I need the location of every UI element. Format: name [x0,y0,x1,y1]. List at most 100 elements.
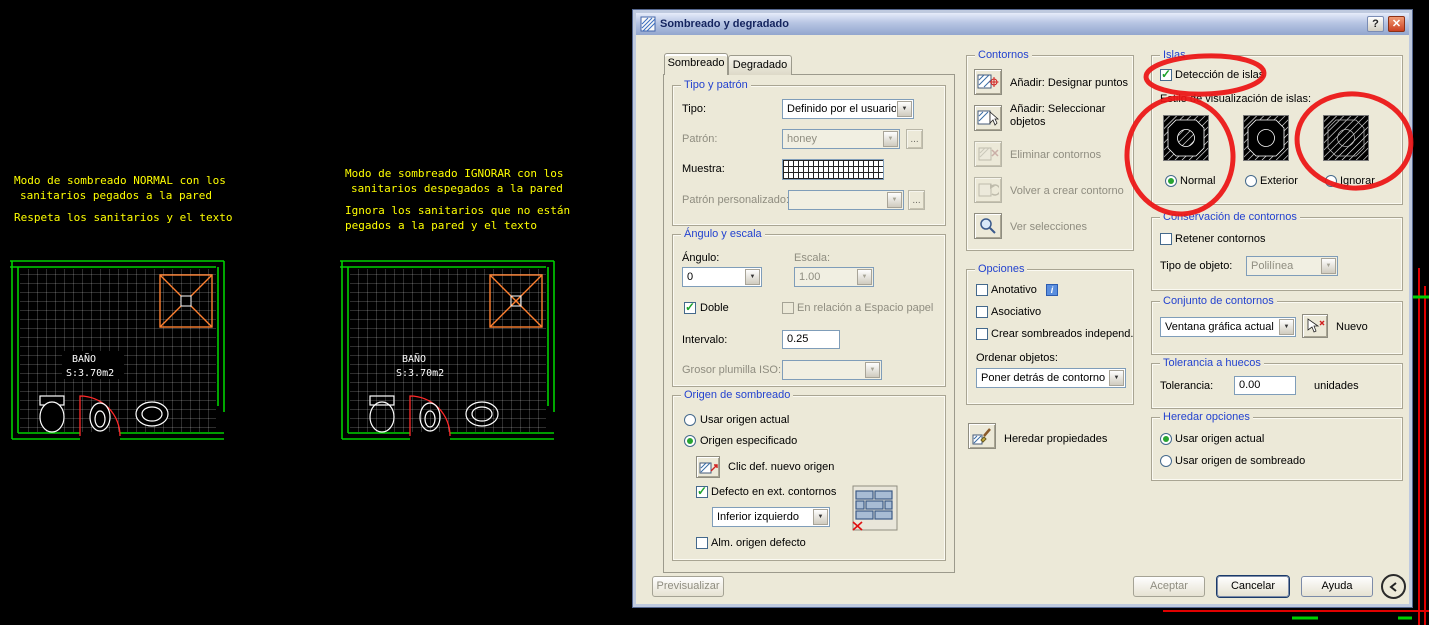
custom-pattern-browse-button: ... [908,190,925,210]
inherit-use-current-radio[interactable] [1160,433,1172,445]
new-boundary-set-button[interactable] [1302,314,1328,338]
origin-pick-label: Clic def. nuevo origen [728,461,835,473]
chevron-down-icon[interactable] [813,509,828,525]
paper-space-checkbox [782,302,794,314]
angle-select[interactable]: 0 [682,267,762,287]
group-title: Heredar opciones [1160,411,1253,423]
island-detection-checkbox[interactable] [1160,67,1172,81]
help-button[interactable]: Ayuda [1301,576,1373,597]
help-icon[interactable]: ? [1367,16,1384,32]
add-select-objects-label-2: objetos [1010,116,1046,128]
group-title: Conjunto de contornos [1160,295,1277,307]
object-type-value: Polilínea [1251,260,1294,272]
island-ignore-label: Ignorar [1340,175,1375,187]
group-title: Tolerancia a huecos [1160,357,1264,369]
associative-checkbox[interactable] [976,306,988,318]
add-select-objects-label-1: Añadir: Seleccionar [1010,103,1106,115]
cancel-button[interactable]: Cancelar [1217,576,1289,597]
island-ignore-tile[interactable] [1323,115,1369,161]
island-ignore-radio[interactable] [1325,175,1337,187]
recreate-boundary-icon [978,183,999,197]
bathroom-plan-ignore: BAÑO S:3.70m2 [340,260,555,440]
store-origin-checkbox[interactable] [696,537,708,549]
ellipsis-icon: ... [912,194,921,206]
spacing-input[interactable]: 0.25 [782,330,840,349]
pattern-value: honey [787,133,817,145]
origin-position-select[interactable]: Inferior izquierdo [712,507,830,527]
tolerance-input[interactable]: 0.00 [1234,376,1296,395]
inherit-properties-icon [972,428,991,445]
origin-preview-icon [852,485,898,531]
tab-sombreado[interactable]: Sombreado [664,53,728,75]
chevron-down-icon[interactable] [1279,319,1294,335]
collapse-dialog-button[interactable] [1381,574,1406,599]
retain-boundaries-label: Retener contornos [1175,233,1266,245]
cad-note-normal: Modo de sombreado NORMAL con los sanitar… [14,173,233,225]
group-title: Conservación de contornos [1160,211,1300,223]
type-select[interactable]: Definido por el usuario [782,99,914,119]
close-icon[interactable]: ✕ [1388,16,1405,32]
inherit-properties-button[interactable] [968,423,996,449]
room-area-label: S:3.70m2 [396,368,444,379]
island-normal-radio[interactable] [1165,175,1177,187]
note-line: Modo de sombreado IGNORAR con los [345,167,564,180]
draw-order-label: Ordenar objetos: [976,352,1058,364]
note-line: pegados a la pared y el texto [345,219,538,232]
island-normal-tile[interactable] [1163,115,1209,161]
inherit-use-hatch-radio[interactable] [1160,455,1172,467]
sample-label: Muestra: [682,163,725,175]
iso-pen-label: Grosor plumilla ISO: [682,364,782,376]
room-label: BAÑO [72,352,96,365]
island-exterior-tile[interactable] [1243,115,1289,161]
group-title: Contornos [975,49,1032,61]
chevron-down-icon[interactable] [1109,370,1124,386]
tolerance-label: Tolerancia: [1160,380,1214,392]
cad-note-ignore: Modo de sombreado IGNORAR con los sanita… [345,166,570,233]
note-line: sanitarios pegados a la pared [20,189,213,202]
view-selections-button[interactable] [974,213,1002,239]
ok-button[interactable]: Aceptar [1133,576,1205,597]
island-exterior-radio[interactable] [1245,175,1257,187]
magnifier-icon [980,218,996,234]
chevron-down-icon[interactable] [897,101,912,117]
chevron-down-icon[interactable] [745,269,760,285]
dialog-titlebar[interactable]: Sombreado y degradado ? ✕ [636,13,1409,35]
origin-pick-button[interactable] [696,456,720,478]
annotative-checkbox[interactable] [976,284,988,296]
add-select-objects-button[interactable] [974,105,1002,131]
preview-button: Previsualizar [652,576,724,597]
custom-pattern-select [788,190,904,210]
bathroom-plan-normal: BAÑO S:3.70m2 [10,260,225,440]
ellipsis-icon: ... [910,133,919,145]
tab-degradado[interactable]: Degradado [728,55,792,75]
draw-order-select[interactable]: Poner detrás de contorno [976,368,1126,388]
inherit-use-current-label: Usar origen actual [1175,433,1265,445]
origin-specified-label: Origen especificado [700,435,798,447]
island-exterior-label: Exterior [1260,175,1298,187]
recreate-boundary-button [974,177,1002,203]
add-pick-points-button[interactable] [974,69,1002,95]
note-line: sanitarios despegados a la pared [351,182,563,195]
default-extent-checkbox[interactable] [696,484,708,498]
info-icon[interactable]: i [1046,284,1058,296]
angle-label: Ángulo: [682,252,720,264]
pick-points-icon [977,74,999,89]
tolerance-units-label: unidades [1314,380,1359,392]
annotative-label: Anotativo [991,284,1037,296]
origin-specified-radio[interactable] [684,435,696,447]
scale-select: 1.00 [794,267,874,287]
double-checkbox[interactable] [684,300,696,314]
origin-current-label: Usar origen actual [700,414,790,426]
pattern-sample-swatch[interactable] [782,159,884,180]
group-title: Islas [1160,49,1189,61]
remove-boundaries-button [974,141,1002,167]
boundary-set-select[interactable]: Ventana gráfica actual [1160,317,1296,337]
independent-hatches-checkbox[interactable] [976,328,988,340]
object-type-select: Polilínea [1246,256,1338,276]
select-objects-icon [977,110,999,126]
boundary-set-value: Ventana gráfica actual [1165,321,1274,333]
retain-boundaries-checkbox[interactable] [1160,233,1172,245]
origin-position-value: Inferior izquierdo [717,511,799,523]
origin-current-radio[interactable] [684,414,696,426]
dialog-title: Sombreado y degradado [660,18,789,30]
